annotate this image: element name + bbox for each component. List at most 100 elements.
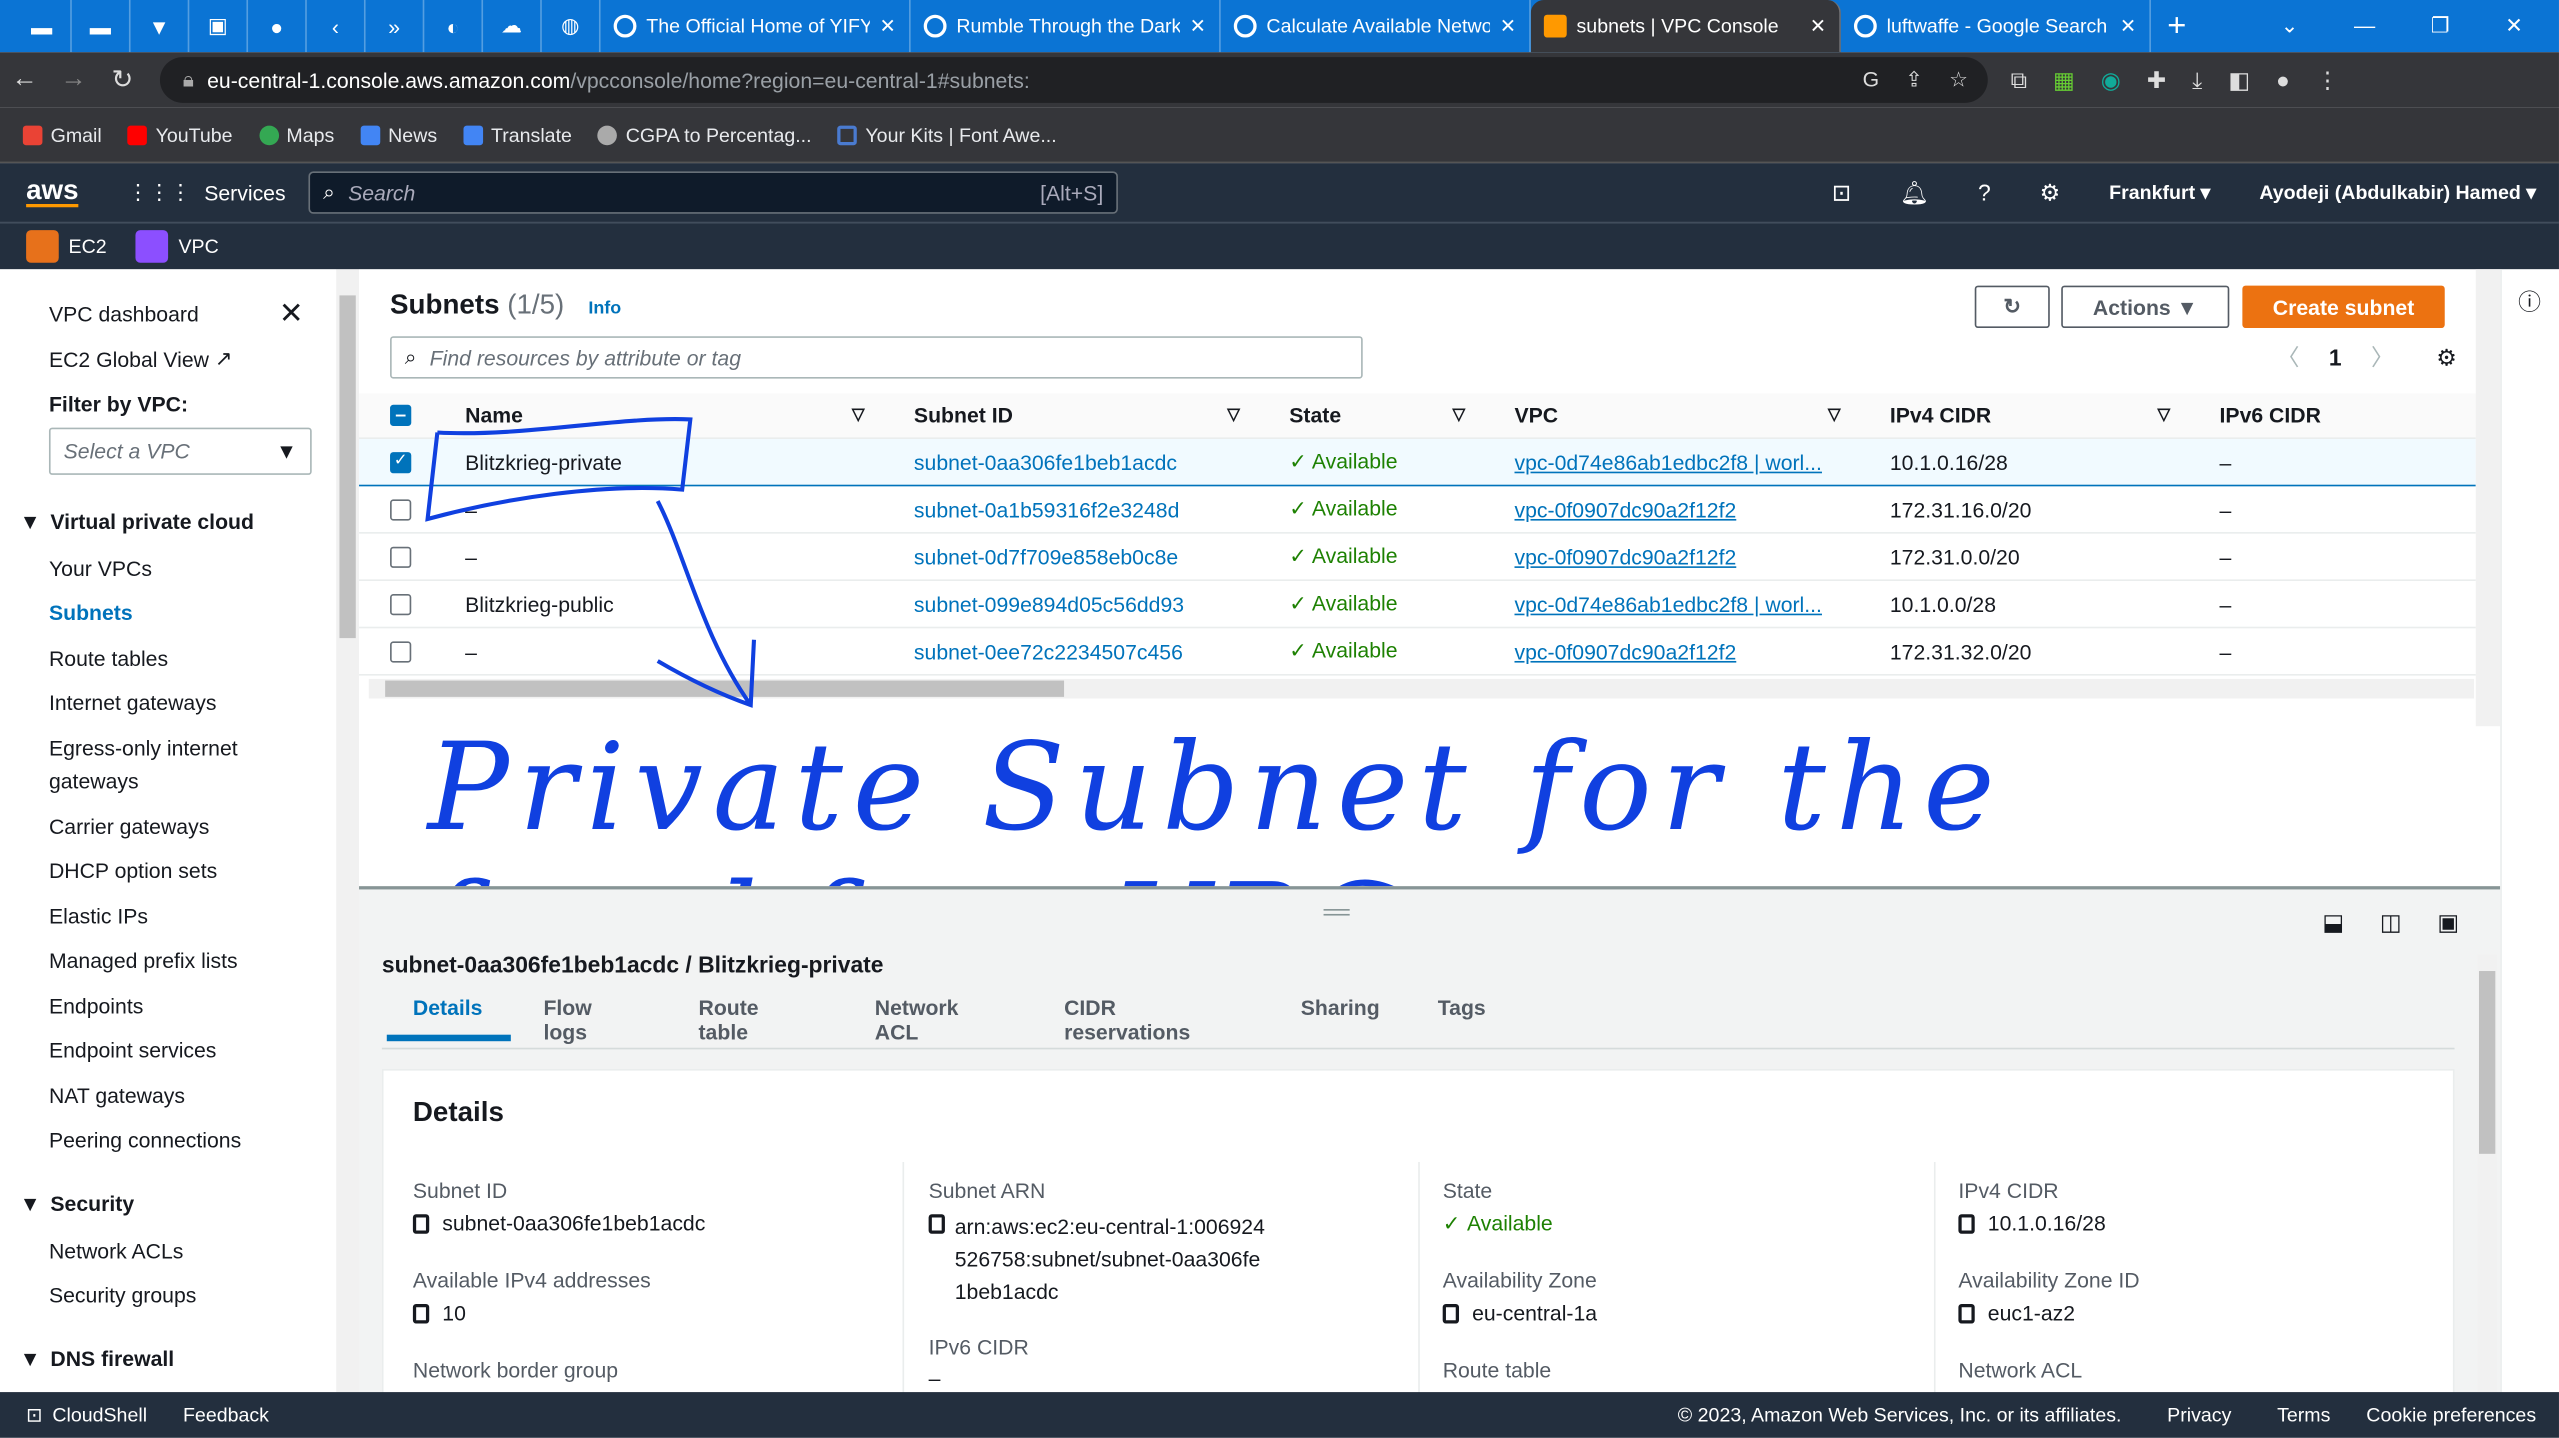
row-checkbox[interactable] <box>390 498 412 520</box>
section-virtual-private-cloud[interactable]: ▼ Virtual private cloud <box>20 497 337 546</box>
filter-icon[interactable]: ▽ <box>1452 406 1465 424</box>
filter-icon[interactable]: ▽ <box>2158 406 2171 424</box>
create-subnet-button[interactable]: Create subnet <box>2242 285 2445 329</box>
vpc-link[interactable]: vpc-0d74e86ab1edbc2f8 | worl... <box>1514 450 1821 474</box>
back-icon[interactable]: ← <box>0 65 49 94</box>
pinned-tab[interactable]: ‹ <box>307 0 366 53</box>
pinned-tab[interactable]: ☁ <box>483 0 542 53</box>
bookmark-maps[interactable]: Maps <box>258 123 334 146</box>
detail-scrollbar[interactable] <box>2477 954 2497 1393</box>
tab-network-acl[interactable]: Network ACL <box>875 996 959 1045</box>
tab-details[interactable]: Details <box>413 996 483 1020</box>
resource-filter-input[interactable]: ⌕ Find resources by attribute or tag <box>390 336 1363 379</box>
column-header-name[interactable]: Name <box>465 403 523 427</box>
table-scrollbar[interactable] <box>2475 269 2501 727</box>
grammarly-icon[interactable]: ◉ <box>2101 66 2121 94</box>
column-header-ipv4[interactable]: IPv4 CIDR <box>1890 403 1991 427</box>
info-link[interactable]: Info <box>588 299 621 319</box>
vpc-link[interactable]: vpc-0d74e86ab1edbc2f8 | worl... <box>1514 592 1821 616</box>
table-row[interactable]: – subnet-0a1b59316f2e3248d ✓ Available v… <box>359 486 2476 534</box>
translate-ext-icon[interactable]: ⧉ <box>2011 66 2027 94</box>
close-tab-icon[interactable]: ✕ <box>1810 15 1826 38</box>
sidebar-item-vpc-dashboard[interactable]: VPC dashboard ✕ <box>49 292 336 337</box>
sidebar-item-route-tables[interactable]: Route tables <box>49 636 336 681</box>
vpc-link[interactable]: vpc-0f0907dc90a2f12f2 <box>1514 497 1736 521</box>
sidebar-item-internet-gateways[interactable]: Internet gateways <box>49 681 336 726</box>
help-icon[interactable]: ? <box>1978 180 1991 206</box>
favorite-ec2[interactable]: EC2 <box>26 230 107 263</box>
tab-route-table[interactable]: Route table <box>698 996 758 1045</box>
vpc-link[interactable]: vpc-0f0907dc90a2f12f2 <box>1514 639 1736 663</box>
column-header-vpc[interactable]: VPC <box>1514 403 1558 427</box>
info-circle-icon[interactable]: ⓘ <box>2518 286 2541 319</box>
services-menu[interactable]: ⋮⋮⋮ Services <box>128 180 286 206</box>
resize-handle[interactable] <box>1323 909 1350 916</box>
pinned-tab[interactable]: » <box>366 0 425 53</box>
browser-tab-active[interactable]: subnets | VPC Console ✕ <box>1530 0 1841 53</box>
close-window-icon[interactable]: ✕ <box>2505 13 2523 39</box>
row-checkbox[interactable] <box>390 640 412 662</box>
subnet-id-link[interactable]: subnet-099e894d05c56dd93 <box>914 592 1184 616</box>
menu-icon[interactable]: ⋮ <box>2316 66 2339 94</box>
table-row[interactable]: Blitzkrieg-public subnet-099e894d05c56dd… <box>359 581 2476 629</box>
tab-sharing[interactable]: Sharing <box>1301 996 1380 1020</box>
next-page-icon[interactable]: 〉 <box>2371 341 2394 374</box>
column-header-ipv6[interactable]: IPv6 CIDR <box>2220 403 2321 427</box>
sidebar-item-prefix-lists[interactable]: Managed prefix lists <box>49 938 336 983</box>
copy-icon[interactable] <box>1958 1214 1975 1234</box>
pinned-tab[interactable]: ◍ <box>542 0 601 53</box>
pinned-tab[interactable]: ▼ <box>131 0 190 53</box>
panel-full-icon[interactable]: ▣ <box>2437 909 2459 937</box>
select-all-checkbox[interactable]: – <box>390 404 412 426</box>
subnet-id-link[interactable]: subnet-0aa306fe1beb1acdc <box>914 450 1177 474</box>
sidebar-item-nat-gateways[interactable]: NAT gateways <box>49 1073 336 1118</box>
restore-icon[interactable]: ❐ <box>2431 13 2450 39</box>
aws-search-input[interactable]: ⌕ Search [Alt+S] <box>308 171 1118 214</box>
sidebar-item-endpoints[interactable]: Endpoints <box>49 983 336 1028</box>
sidebar-item-your-vpcs[interactable]: Your VPCs <box>49 546 336 591</box>
bookmark-cgpa[interactable]: CGPA to Percentag... <box>598 123 812 146</box>
favorite-vpc[interactable]: VPC <box>136 230 219 263</box>
page-number[interactable]: 1 <box>2329 344 2342 370</box>
pinned-tab[interactable]: ● <box>248 0 307 53</box>
copy-icon[interactable] <box>412 1214 430 1234</box>
aws-logo[interactable]: aws <box>26 176 79 208</box>
terms-link[interactable]: Terms <box>2277 1404 2330 1427</box>
sidebar-item-subnets[interactable]: Subnets <box>49 591 336 636</box>
notifications-icon[interactable]: 🔔︎ <box>1900 179 1929 207</box>
filter-icon[interactable]: ▽ <box>1227 406 1240 424</box>
panel-bottom-icon[interactable]: ⬓ <box>2322 909 2344 937</box>
tab-cidr-reservations[interactable]: CIDR reservations <box>1064 996 1190 1045</box>
extension-icon[interactable]: ▦ <box>2053 66 2075 94</box>
close-tab-icon[interactable]: ✕ <box>2120 15 2136 38</box>
new-tab-icon[interactable]: + <box>2167 7 2186 45</box>
subnet-id-link[interactable]: subnet-0d7f709e858eb0c8e <box>914 544 1178 568</box>
subnet-id-link[interactable]: subnet-0ee72c2234507c456 <box>914 639 1183 663</box>
region-selector[interactable]: Frankfurt ▾ <box>2109 181 2210 204</box>
close-tab-icon[interactable]: ✕ <box>880 15 896 38</box>
tab-flow-logs[interactable]: Flow logs <box>543 996 591 1045</box>
pinned-tab[interactable]: ▬ <box>72 0 131 53</box>
sidepanel-icon[interactable]: ◧ <box>2228 66 2250 94</box>
preferences-gear-icon[interactable]: ⚙ <box>2436 344 2457 372</box>
cloudshell-button[interactable]: ⊡ CloudShell <box>26 1404 147 1427</box>
row-checkbox[interactable] <box>390 545 412 568</box>
panel-side-icon[interactable]: ◫ <box>2380 909 2402 937</box>
browser-tab[interactable]: The Official Home of YIFY ✕ <box>601 0 911 53</box>
sidebar-item-carrier-gateways[interactable]: Carrier gateways <box>49 804 336 849</box>
copy-icon[interactable] <box>412 1303 430 1324</box>
sidebar-item-security-groups[interactable]: Security groups <box>49 1273 336 1318</box>
copy-icon[interactable] <box>928 1214 945 1234</box>
cloudshell-icon[interactable]: ⊡ <box>1832 179 1851 207</box>
table-row[interactable]: – subnet-0ee72c2234507c456 ✓ Available v… <box>359 628 2476 676</box>
forward-icon[interactable]: → <box>49 65 98 94</box>
share-icon[interactable]: ⇪ <box>1905 67 1923 93</box>
sidebar-item-peering[interactable]: Peering connections <box>49 1118 336 1163</box>
sidebar-item-elastic-ips[interactable]: Elastic IPs <box>49 894 336 939</box>
bookmark-news[interactable]: News <box>360 123 437 146</box>
table-row[interactable]: – subnet-0d7f709e858eb0c8e ✓ Available v… <box>359 534 2476 581</box>
close-tab-icon[interactable]: ✕ <box>1190 15 1206 38</box>
bookmark-fontawesome[interactable]: Your Kits | Font Awe... <box>837 123 1057 146</box>
filter-icon[interactable]: ▽ <box>852 406 865 424</box>
privacy-link[interactable]: Privacy <box>2167 1404 2231 1427</box>
